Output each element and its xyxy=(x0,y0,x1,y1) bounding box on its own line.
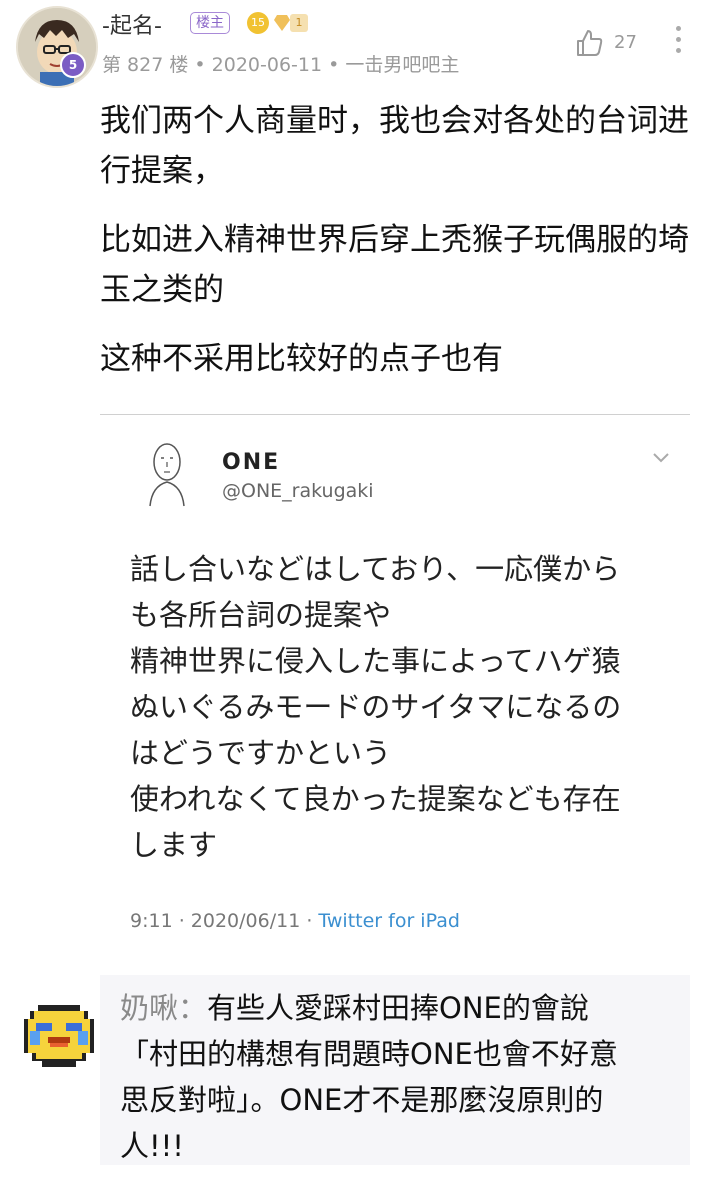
tweet-author-handle[interactable]: @ONE_rakugaki xyxy=(222,480,374,502)
tweet-line: 精神世界に侵入した事によってハゲ猿 xyxy=(130,644,621,678)
paragraph: 这种不采用比较好的点子也有 xyxy=(100,341,503,377)
comment-line: 「村田的構想有問題時ONE也會不好意 xyxy=(120,1037,618,1071)
tweet-line: 使われなくて良かった提案なども存在 xyxy=(130,782,621,816)
floor-number: 第 827 楼 xyxy=(102,54,189,76)
avatar[interactable] xyxy=(16,6,98,88)
thumbs-up-icon[interactable] xyxy=(574,28,604,58)
tweet-line: します xyxy=(130,828,218,862)
more-vertical-icon[interactable] xyxy=(676,26,684,59)
avatar-level-badge: 5 xyxy=(60,52,86,78)
tweet-line: 話し合いなどはしており、一応僕から xyxy=(130,552,621,586)
rank-badge: 1 xyxy=(290,14,308,32)
comment-line-text: 有些人愛踩村田捧ONE的會說 xyxy=(207,991,589,1025)
host-badge: 楼主 xyxy=(190,12,230,34)
forum-role: 一击男吧吧主 xyxy=(345,54,460,76)
post-date: 2020-06-11 xyxy=(211,54,323,76)
post-meta: 第 827 楼 • 2020-06-11 • 一击男吧吧主 xyxy=(102,50,459,77)
level-badge: 15 xyxy=(247,12,269,34)
paragraph: 我们两个人商量时，我也会对各处的台词进行提案， xyxy=(100,103,689,189)
separator: • xyxy=(328,54,340,76)
tweet-line: はどうですかという xyxy=(130,736,392,770)
paragraph: 比如进入精神世界后穿上秃猴子玩偶服的埼玉之类的 xyxy=(100,222,689,308)
comment-author[interactable]: 奶啾： xyxy=(120,991,207,1025)
comment-line: 思反對啦」。ONE才不是那麼沒原則的 xyxy=(120,1083,604,1117)
embedded-tweet[interactable]: ONE @ONE_rakugaki 話し合いなどはしており、一応僕から も各所台… xyxy=(100,416,690,976)
comment-box: 奶啾：有些人愛踩村田捧ONE的會說 「村田的構想有問題時ONE也會不好意 思反對… xyxy=(24,975,690,1165)
post-header: 5 -起名- 楼主 15 1 第 827 楼 • 2020-06-11 • 一击… xyxy=(0,0,720,90)
comment-line: 人!!! xyxy=(120,1129,184,1163)
username[interactable]: -起名- xyxy=(102,8,162,40)
like-count: 27 xyxy=(614,32,637,53)
tweet-text: 話し合いなどはしており、一応僕から も各所台詞の提案や 精神世界に侵入した事によ… xyxy=(130,546,690,868)
divider xyxy=(100,414,690,415)
comment-line: 奶啾：有些人愛踩村田捧ONE的會說 xyxy=(120,985,690,1031)
tweet-source-link[interactable]: Twitter for iPad xyxy=(318,910,459,932)
separator: • xyxy=(194,54,206,76)
tweet-line: ぬいぐるみモードのサイタマになるの xyxy=(130,690,622,724)
crying-emoji-icon xyxy=(24,1005,94,1067)
post-body: 我们两个人商量时，我也会对各处的台词进行提案， 比如进入精神世界后穿上秃猴子玩偶… xyxy=(100,96,700,403)
chevron-down-icon[interactable] xyxy=(652,452,670,464)
tweet-footer: 9:11 · 2020/06/11 · Twitter for iPad xyxy=(130,910,460,932)
gem-icon xyxy=(274,15,290,31)
tweet-time: 9:11 · 2020/06/11 · xyxy=(130,910,313,932)
tweet-author-avatar[interactable] xyxy=(144,442,190,508)
comment-text: 奶啾：有些人愛踩村田捧ONE的會說 「村田的構想有問題時ONE也會不好意 思反對… xyxy=(120,985,690,1169)
tweet-line: も各所台詞の提案や xyxy=(130,598,392,632)
tweet-author-name[interactable]: ONE xyxy=(222,450,280,475)
